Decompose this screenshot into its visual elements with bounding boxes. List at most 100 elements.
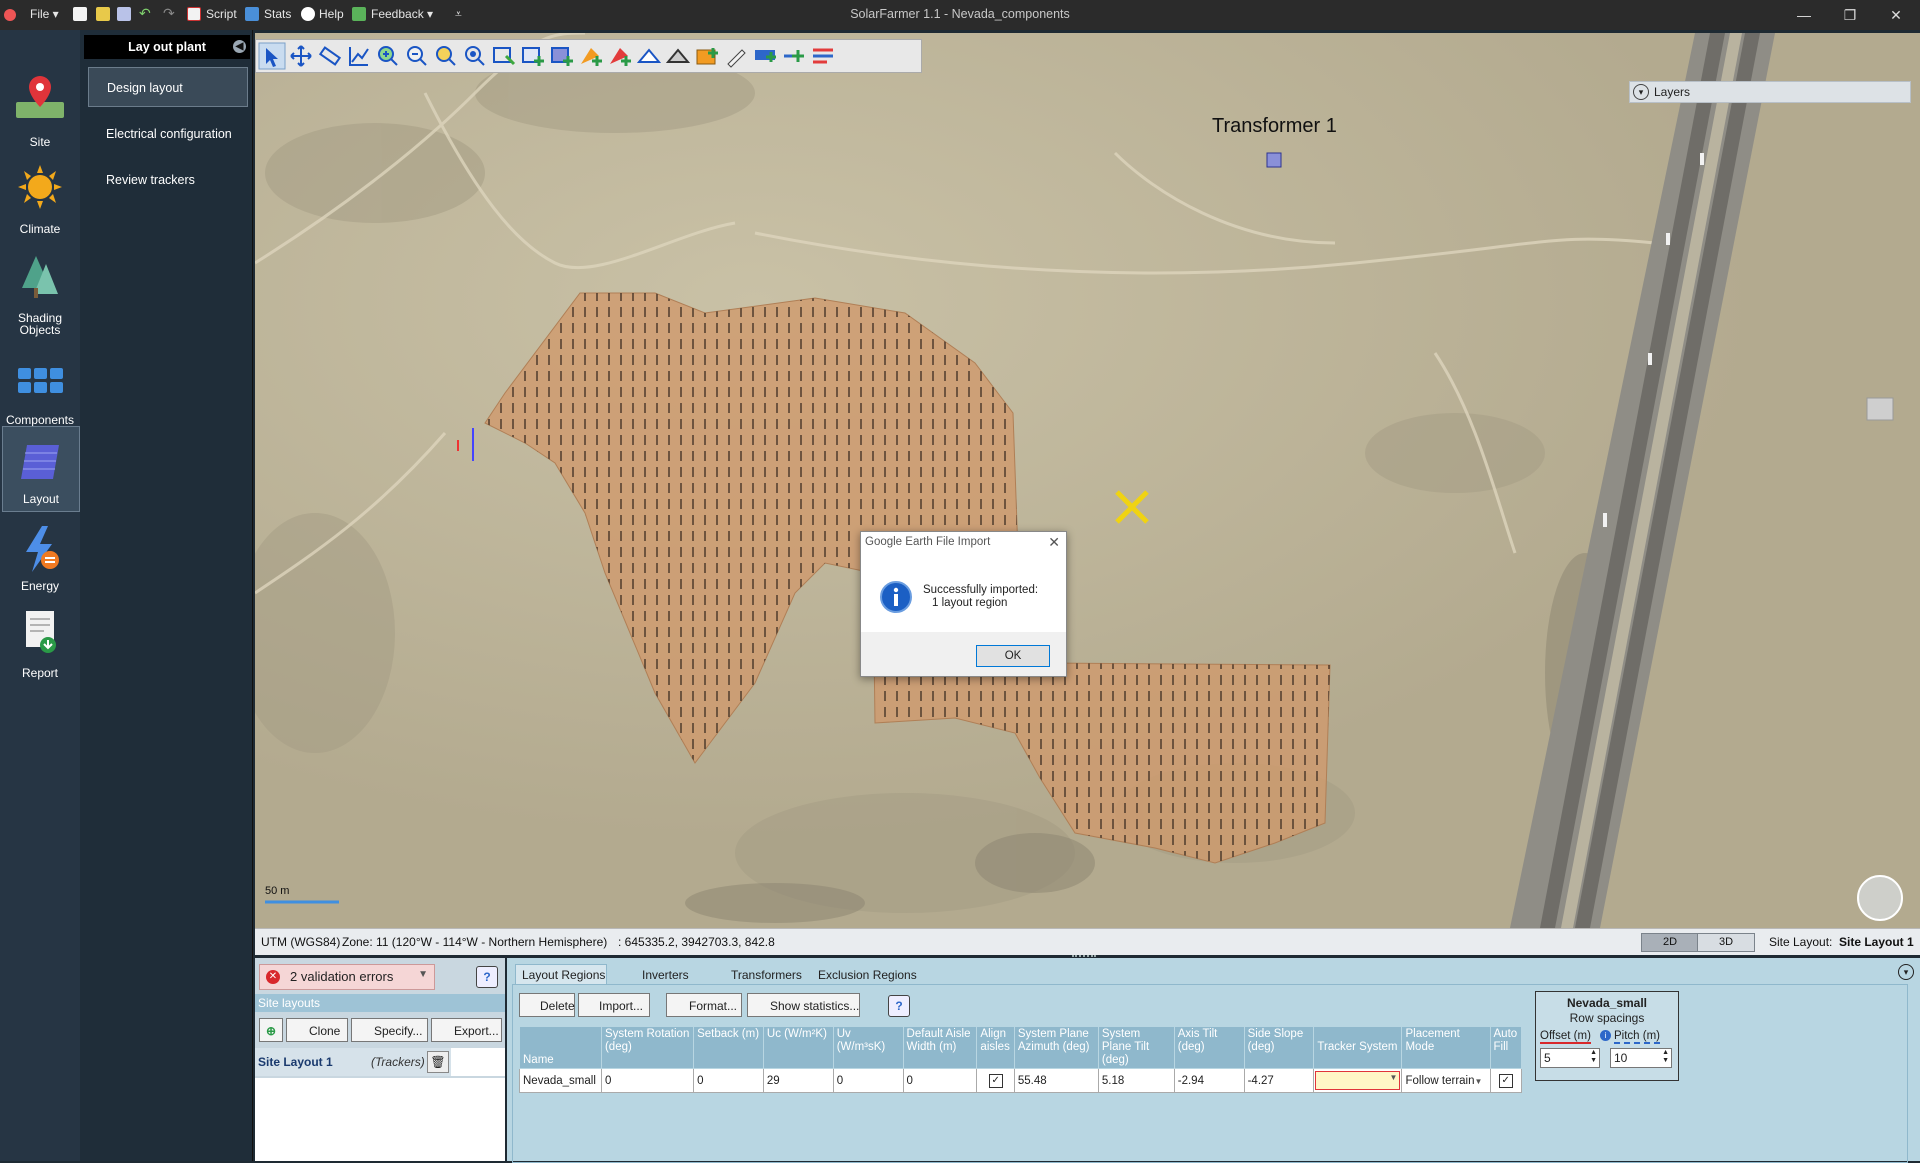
cell-placement-mode[interactable]: Follow terrain▼ xyxy=(1401,1068,1491,1093)
tab-layout-regions[interactable]: Layout Regions xyxy=(515,964,607,985)
nav-review-trackers[interactable]: Review trackers xyxy=(88,160,248,200)
col-axis-tilt: Axis Tilt (deg) xyxy=(1173,1026,1245,1069)
elevation-profile-icon[interactable] xyxy=(347,44,371,68)
satellite-map[interactable] xyxy=(255,33,1920,928)
add-polygon-icon[interactable] xyxy=(579,44,603,68)
spacing-subtitle: Row spacings xyxy=(1569,1011,1645,1025)
collapse-panel-icon[interactable]: ◀ xyxy=(233,40,246,53)
add-inverter-icon[interactable] xyxy=(695,44,719,68)
crs-label: UTM (WGS84) xyxy=(261,935,341,949)
rail-item-components[interactable]: Components xyxy=(2,348,78,432)
tab-exclusion-regions[interactable]: Exclusion Regions xyxy=(818,968,917,982)
view-2d-button[interactable]: 2D xyxy=(1641,933,1699,952)
export-label: Export... xyxy=(454,1024,499,1038)
expand-layers-icon[interactable]: ▾ xyxy=(1633,84,1649,100)
add-table-region-icon[interactable] xyxy=(550,44,574,68)
cell-rotation[interactable]: 0 xyxy=(600,1068,695,1093)
restore-button[interactable]: ❐ xyxy=(1830,4,1870,26)
cell-azimuth[interactable]: 55.48 xyxy=(1013,1068,1099,1093)
map-toolbar xyxy=(255,39,922,73)
import-region-button[interactable]: Import... xyxy=(578,993,650,1017)
rail-item-shading[interactable]: Shading Objects xyxy=(2,244,78,344)
collapse-bottom-icon[interactable]: ▾ xyxy=(1898,964,1914,980)
cell-auto-fill[interactable]: ✓ xyxy=(1489,1068,1523,1093)
zoom-out-icon[interactable] xyxy=(405,44,429,68)
add-cable-icon[interactable] xyxy=(782,44,806,68)
cell-axis-tilt[interactable]: -2.94 xyxy=(1173,1068,1245,1093)
view-3d-button[interactable]: 3D xyxy=(1697,933,1755,952)
layout-type: (Trackers) xyxy=(371,1055,425,1069)
rail-item-site[interactable]: Site xyxy=(2,70,78,154)
nav-design-layout[interactable]: Design layout xyxy=(88,67,248,107)
table-row[interactable]: Nevada_small 0 0 29 0 0 ✓ 55.48 5.18 -2.… xyxy=(519,1068,1523,1093)
measure-tool-icon[interactable] xyxy=(318,44,342,68)
nav-electrical-configuration[interactable]: Electrical configuration xyxy=(88,114,248,154)
add-string-icon[interactable] xyxy=(753,44,777,68)
spacing-region-name: Nevada_small xyxy=(1566,996,1648,1010)
zoom-selection-icon[interactable] xyxy=(492,44,516,68)
offset-spinner-icon[interactable]: ▲ ▼ xyxy=(1590,1049,1597,1065)
add-layout-button[interactable]: ⊕ xyxy=(259,1018,283,1042)
cell-uv[interactable]: 0 xyxy=(832,1068,904,1093)
map-view[interactable]: Transformer 1 50 m xyxy=(255,33,1920,928)
rail-item-layout[interactable]: Layout xyxy=(2,426,80,512)
cell-name[interactable]: Nevada_small xyxy=(519,1068,602,1093)
route-cables-icon[interactable] xyxy=(811,44,835,68)
sun-icon xyxy=(18,165,62,209)
cell-setback[interactable]: 0 xyxy=(693,1068,764,1093)
zoom-region-icon[interactable] xyxy=(463,44,487,68)
add-exclusion-icon[interactable] xyxy=(608,44,632,68)
dialog-close-icon[interactable]: ✕ xyxy=(1048,534,1060,551)
minimize-button[interactable]: — xyxy=(1784,4,1824,26)
zoom-in-icon[interactable] xyxy=(376,44,400,68)
navigation-wheel-icon[interactable] xyxy=(1857,875,1903,921)
cell-align-aisles[interactable]: ✓ xyxy=(976,1068,1015,1093)
col-setback: Setback (m) xyxy=(693,1026,764,1069)
tab-inverters[interactable]: Inverters xyxy=(642,968,689,982)
edit-region-icon[interactable] xyxy=(637,44,661,68)
transformer-icon[interactable] xyxy=(1266,152,1282,168)
rail-item-report[interactable]: Report xyxy=(2,601,78,685)
add-region-icon[interactable] xyxy=(521,44,545,68)
show-statistics-button[interactable]: Show statistics... xyxy=(747,993,860,1017)
tab-transformers[interactable]: Transformers xyxy=(731,968,802,982)
rail-item-climate[interactable]: Climate xyxy=(2,157,78,241)
specify-button[interactable]: Specify... xyxy=(351,1018,428,1042)
tracker-system-dropdown[interactable]: ▼ xyxy=(1315,1071,1401,1090)
layout-list-row[interactable]: Site Layout 1 (Trackers) 🗑 xyxy=(255,1048,505,1076)
export-button[interactable]: Export... xyxy=(431,1018,502,1042)
validation-errors-dropdown[interactable]: ✕ 2 validation errors ▼ xyxy=(259,964,435,990)
help-icon[interactable]: ? xyxy=(476,966,498,988)
shade-region-icon[interactable] xyxy=(666,44,690,68)
clone-button[interactable]: Clone xyxy=(286,1018,348,1042)
layers-panel[interactable]: ▾ Layers xyxy=(1629,81,1911,103)
rail-item-energy[interactable]: Energy xyxy=(2,514,78,598)
cell-side-slope[interactable]: -4.27 xyxy=(1243,1068,1315,1093)
regions-help-icon[interactable]: ? xyxy=(888,995,910,1017)
layout-row-blank xyxy=(451,1048,505,1076)
zone-label: Zone: 11 (120°W - 114°W - Northern Hemis… xyxy=(342,935,608,949)
pitch-input[interactable]: 10 ▲ ▼ xyxy=(1610,1048,1672,1068)
delete-layout-icon[interactable]: 🗑 xyxy=(427,1051,449,1073)
cell-uc[interactable]: 29 xyxy=(762,1068,834,1093)
delete-region-button[interactable]: Delete xyxy=(519,993,575,1017)
format-region-button[interactable]: Format... xyxy=(666,993,742,1017)
dialog-message-line2: 1 layout region xyxy=(932,597,1008,609)
pan-tool-icon[interactable] xyxy=(289,44,313,68)
import-dialog: Google Earth File Import ✕ Successfully … xyxy=(860,531,1067,677)
show-statistics-label: Show statistics... xyxy=(770,999,860,1013)
cell-aisle-width[interactable]: 0 xyxy=(902,1068,978,1093)
align-aisles-checkbox[interactable]: ✓ xyxy=(988,1073,1003,1088)
site-layouts-heading-text: Site layouts xyxy=(258,996,321,1010)
zoom-extents-icon[interactable] xyxy=(434,44,458,68)
cell-tilt[interactable]: 5.18 xyxy=(1097,1068,1175,1093)
close-button[interactable]: ✕ xyxy=(1876,4,1916,26)
pitch-spinner-icon[interactable]: ▲ ▼ xyxy=(1662,1049,1669,1065)
offset-input[interactable]: 5 ▲ ▼ xyxy=(1540,1048,1600,1068)
draw-line-icon[interactable] xyxy=(724,44,748,68)
dialog-ok-button[interactable]: OK xyxy=(976,645,1050,667)
cell-tracker-system[interactable]: ▼ xyxy=(1313,1068,1403,1093)
select-tool-icon[interactable] xyxy=(260,44,284,68)
col-uv: Uv (W/m³sK) xyxy=(832,1026,904,1069)
auto-fill-checkbox[interactable]: ✓ xyxy=(1498,1073,1513,1088)
